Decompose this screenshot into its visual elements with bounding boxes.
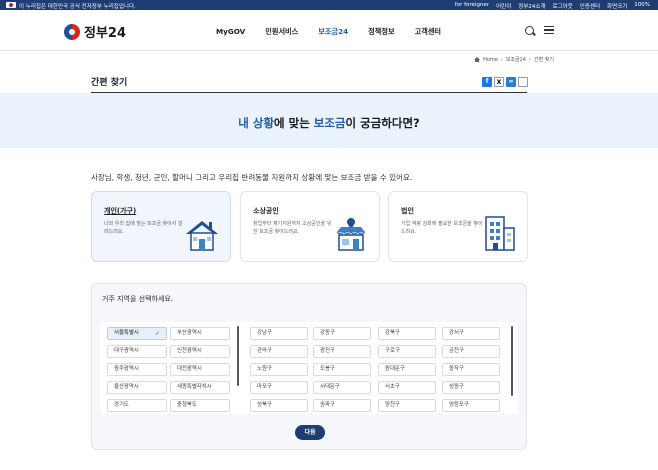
check-icon: ✓	[154, 330, 160, 337]
x-twitter-icon[interactable]: X	[494, 77, 504, 87]
link-kids[interactable]: 어린이	[496, 2, 511, 10]
card-individual[interactable]: 개인(가구) 나와 우리 집에 맞는 보조금 찾아서 알려드려요.	[91, 191, 231, 262]
card-desc: 기업 역량 강화에 필요한 보조금을 찾아드려요.	[401, 221, 483, 235]
breadcrumb-current: 간편 찾기	[534, 57, 554, 63]
breadcrumb-separator: ›	[500, 56, 503, 63]
district-guro[interactable]: 구로구	[378, 345, 436, 358]
province-seoul[interactable]: 서울특별시 ✓	[107, 327, 167, 340]
province-gwangju[interactable]: 광주광역시	[107, 363, 167, 376]
card-title: 법인	[401, 207, 414, 215]
region-question: 거주 지역을 선택하세요.	[102, 295, 174, 303]
district-dongjak[interactable]: 동작구	[442, 363, 500, 376]
house-icon	[186, 221, 218, 251]
province-incheon[interactable]: 인천광역시	[170, 345, 230, 358]
district-scrollbar[interactable]	[511, 326, 513, 396]
district-gangnam[interactable]: 강남구	[250, 327, 308, 340]
district-seongbuk[interactable]: 성북구	[250, 399, 308, 412]
korea-flag-icon	[6, 2, 16, 8]
storefront-icon	[336, 218, 366, 251]
district-dongdaemun[interactable]: 동대문구	[378, 363, 436, 376]
region-selector: 거주 지역을 선택하세요. 서울특별시 ✓ 부산광역시 대구광역시 인천광역시 광…	[91, 283, 527, 450]
district-gangseo[interactable]: 강서구	[442, 327, 500, 340]
screen-size-label: 화면크기	[607, 4, 628, 10]
nav-subsidy24[interactable]: 보조금24	[318, 27, 348, 37]
hero-banner: 내 상황에 맞는 보조금이 궁금하다면?	[0, 93, 658, 148]
gov-notice: 이 누리집은 대한민국 공식 전자정부 누리집입니다.	[19, 4, 136, 10]
province-busan[interactable]: 부산광역시	[170, 327, 230, 340]
breadcrumb-home[interactable]: Home	[483, 57, 498, 63]
province-scrollbar[interactable]	[237, 326, 239, 386]
district-seocho[interactable]: 서초구	[378, 381, 436, 394]
district-seongdong[interactable]: 성동구	[442, 381, 500, 394]
district-seodaemun[interactable]: 서대문구	[313, 381, 371, 394]
banner-highlight-2: 보조금	[313, 116, 346, 130]
office-building-icon	[485, 216, 515, 251]
print-icon[interactable]	[518, 77, 528, 87]
search-icon[interactable]	[525, 26, 534, 35]
card-small-business[interactable]: 소상공인 창업부터 재기지원까지 소상공인을 위한 보조금 찾아드려요.	[240, 191, 380, 262]
site-logo[interactable]: 정부24	[64, 22, 126, 41]
header-icons	[525, 26, 554, 35]
district-yangcheon[interactable]: 양천구	[378, 399, 436, 412]
logo-text: 정부24	[84, 26, 127, 41]
province-daegu[interactable]: 대구광역시	[107, 345, 167, 358]
district-songpa[interactable]: 송파구	[313, 399, 371, 412]
region-lists: 서울특별시 ✓ 부산광역시 대구광역시 인천광역시 광주광역시 대전광역시 울산광…	[100, 322, 518, 414]
nav-civil-service[interactable]: 민원서비스	[265, 27, 298, 37]
card-title: 개인(가구)	[104, 207, 137, 215]
link-copy-icon[interactable]: ∞	[506, 77, 516, 87]
province-daejeon[interactable]: 대전광역시	[170, 363, 230, 376]
intro-text: 사장님, 학생, 청년, 군인, 할머니 그리고 우리집 반려동물 지원까지 상…	[91, 173, 413, 182]
breadcrumb: Home › 보조금24 › 간편 찾기	[474, 56, 554, 63]
district-dobong[interactable]: 도봉구	[313, 363, 371, 376]
district-gwanak[interactable]: 관악구	[250, 345, 308, 358]
card-title: 소상공인	[253, 207, 279, 215]
card-desc: 창업부터 재기지원까지 소상공인을 위한 보조금 찾아드려요.	[253, 221, 332, 235]
banner-text-1: 에 맞는	[274, 116, 314, 130]
district-geumcheon[interactable]: 금천구	[442, 345, 500, 358]
banner-headline: 내 상황에 맞는 보조금이 궁금하다면?	[0, 115, 658, 131]
link-foreigner[interactable]: for foreigner	[455, 2, 489, 10]
link-cert-center[interactable]: 인증센터	[580, 2, 600, 10]
nav-policy-info[interactable]: 정책정보	[368, 27, 394, 37]
province-ulsan[interactable]: 울산광역시	[107, 381, 167, 394]
breadcrumb-separator: ›	[529, 56, 531, 63]
hamburger-menu-icon[interactable]	[544, 26, 554, 34]
district-gangdong[interactable]: 강동구	[313, 327, 371, 340]
banner-highlight-1: 내 상황	[238, 116, 275, 130]
breadcrumb-subsidy[interactable]: 보조금24	[506, 56, 526, 63]
card-corporation[interactable]: 법인 기업 역량 강화에 필요한 보조금을 찾아드려요.	[388, 191, 528, 262]
chip-label: 서울특별시	[114, 330, 139, 336]
district-yeongdeungpo[interactable]: 영등포구	[442, 399, 500, 412]
logout-link[interactable]: 로그아웃	[553, 2, 573, 10]
province-chungbuk[interactable]: 충청북도	[170, 399, 230, 412]
next-button[interactable]: 다음	[295, 425, 325, 440]
link-about[interactable]: 정부24소개	[518, 2, 545, 10]
taegeuk-logo-icon	[64, 23, 80, 40]
banner-text-2: 이 궁금하다면?	[345, 116, 420, 130]
district-mapo[interactable]: 마포구	[250, 381, 308, 394]
site-header: 정부24 MyGOV 민원서비스 보조금24 정책정보 고객센터	[0, 10, 658, 51]
district-nowon[interactable]: 노원구	[250, 363, 308, 376]
home-icon	[474, 57, 481, 62]
nav-mygov[interactable]: MyGOV	[216, 27, 245, 37]
card-desc: 나와 우리 집에 맞는 보조금 찾아서 알려드려요.	[104, 221, 183, 235]
province-sejong[interactable]: 세종특별자치시	[170, 381, 230, 394]
gov-top-bar: 이 누리집은 대한민국 공식 전자정부 누리집입니다. for foreigne…	[0, 0, 658, 10]
share-buttons: f X ∞	[482, 77, 528, 87]
district-gwangjin[interactable]: 광진구	[313, 345, 371, 358]
main-nav: MyGOV 민원서비스 보조금24 정책정보 고객센터	[216, 27, 461, 37]
utility-links: for foreigner 어린이 정부24소개 로그아웃 인증센터 화면크기 …	[455, 2, 650, 10]
page-title: 간편 찾기	[91, 78, 128, 88]
zoom-level[interactable]: 100%	[634, 2, 650, 10]
nav-customer-center[interactable]: 고객센터	[415, 27, 441, 37]
province-gyeonggi[interactable]: 경기도	[107, 399, 167, 412]
facebook-icon[interactable]: f	[482, 77, 492, 87]
district-gangbuk[interactable]: 강북구	[378, 327, 436, 340]
